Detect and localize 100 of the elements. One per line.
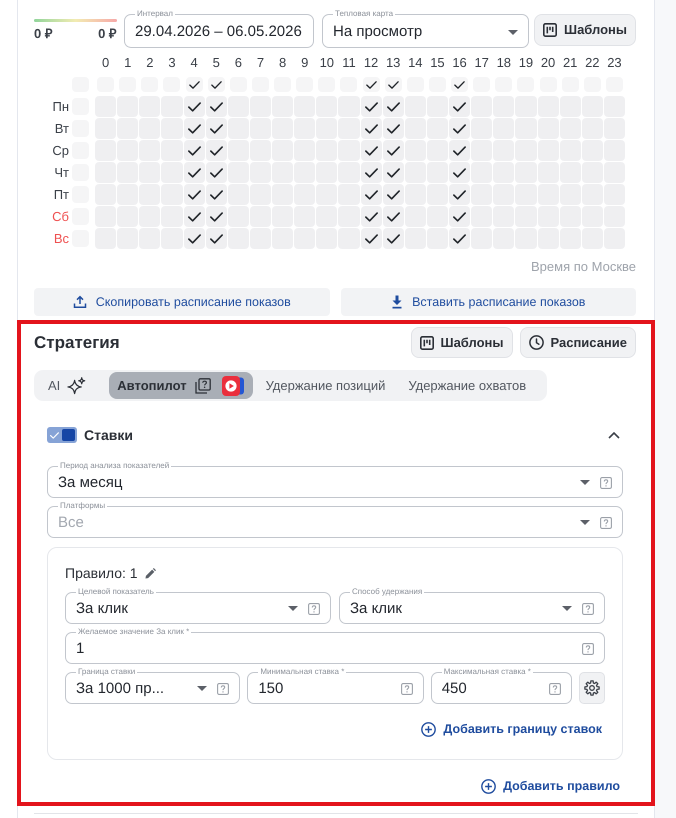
plus-circle-icon: [481, 778, 496, 794]
schedule-cell[interactable]: [382, 184, 404, 205]
add-limit-link[interactable]: Добавить границу ставок: [421, 721, 602, 737]
templates-button[interactable]: Шаблоны: [410, 327, 512, 358]
field-label: Желаемое значение За клик *: [77, 627, 190, 637]
schedule-cell[interactable]: [382, 96, 404, 117]
schedule-cell[interactable]: [206, 228, 227, 249]
day-label: Ср: [52, 142, 69, 158]
check-icon: [210, 212, 223, 222]
schedule-cell[interactable]: [382, 140, 404, 161]
schedule-cell[interactable]: [184, 206, 205, 227]
help-icon: [549, 682, 561, 694]
section-title: Стратегия: [34, 332, 120, 354]
field-label: Максимальная ставка *: [442, 667, 532, 677]
schedule-cell[interactable]: [449, 184, 470, 205]
templates-button[interactable]: Шаблоны: [534, 14, 636, 46]
caret-down-icon: [508, 30, 518, 34]
placeholder-text: Все: [58, 512, 84, 532]
select-field[interactable]: Тепловая карта На просмотр: [322, 9, 529, 48]
check-icon: [188, 124, 201, 134]
schedule-cell[interactable]: [382, 118, 404, 139]
tab[interactable]: AI: [36, 372, 98, 399]
schedule-cell[interactable]: [184, 184, 205, 205]
day-label: Вт: [54, 120, 69, 136]
field-label: Минимальная ставка *: [259, 667, 346, 677]
upload-icon: [72, 295, 87, 309]
hour-label: 2: [146, 55, 154, 71]
schedule-button[interactable]: Расписание: [520, 327, 636, 358]
paste-schedule-button[interactable]: Вставить расписание показов: [340, 288, 636, 316]
hour-label: 4: [190, 55, 198, 71]
schedule-cell[interactable]: [360, 228, 382, 249]
input-field[interactable]: Минимальная ставка * 150: [247, 667, 424, 704]
schedule-cell[interactable]: [360, 140, 382, 161]
schedule-cell[interactable]: [382, 162, 404, 183]
field-value: За месяц: [58, 472, 122, 492]
schedule-cell[interactable]: [206, 206, 227, 227]
schedule-cell[interactable]: [449, 228, 470, 249]
column-toggle[interactable]: [208, 77, 225, 92]
day-label: Пт: [54, 186, 69, 202]
download-icon: [391, 295, 404, 309]
input-field[interactable]: Желаемое значение За клик * 1: [65, 627, 605, 664]
select-field[interactable]: Граница ставки За 1000 пр...: [65, 667, 240, 704]
select-field[interactable]: Период анализа показателей За месяц: [47, 461, 623, 498]
tab[interactable]: Удержание охватов: [398, 372, 536, 399]
select-field[interactable]: Способ удержания За клик: [339, 587, 605, 624]
toggle-switch[interactable]: [47, 427, 77, 443]
sparkle-icon: [67, 376, 86, 394]
schedule-cell[interactable]: [449, 118, 470, 139]
schedule-cell[interactable]: [206, 118, 227, 139]
add-rule-link[interactable]: Добавить правило: [481, 778, 620, 794]
schedule-cell[interactable]: [206, 96, 227, 117]
check-icon: [386, 102, 400, 112]
caret-down-icon: [288, 606, 298, 611]
schedule-cell[interactable]: [449, 162, 470, 183]
column-toggle[interactable]: [186, 77, 203, 92]
check-icon: [210, 146, 223, 156]
schedule-cell[interactable]: [206, 162, 227, 183]
field-value: 450: [442, 678, 467, 698]
check-icon: [453, 124, 466, 134]
schedule-cell[interactable]: [382, 228, 404, 249]
schedule-cell[interactable]: [184, 140, 205, 161]
schedule-cell[interactable]: [184, 118, 205, 139]
check-icon: [453, 146, 466, 156]
rule-title: Правило: 1: [65, 564, 138, 582]
input-field[interactable]: Максимальная ставка * 450: [430, 667, 572, 704]
schedule-cell[interactable]: [449, 96, 470, 117]
check-icon: [453, 212, 466, 222]
field-value: 150: [258, 678, 284, 698]
schedule-cell[interactable]: [360, 184, 382, 205]
schedule-cell[interactable]: [360, 96, 382, 117]
check-icon: [364, 102, 378, 112]
schedule-cell[interactable]: [360, 162, 382, 183]
schedule-cell[interactable]: [184, 162, 205, 183]
help-icon: [308, 602, 320, 614]
field-label: Интервал: [136, 9, 174, 19]
column-toggle[interactable]: [362, 77, 380, 92]
schedule-cell[interactable]: [449, 206, 470, 227]
field-label: Период анализа показателей: [59, 461, 170, 471]
column-toggle[interactable]: [451, 77, 468, 92]
column-toggle[interactable]: [384, 77, 402, 92]
select-field[interactable]: Целевой показатель За клик: [65, 587, 331, 624]
check-icon: [388, 80, 399, 88]
schedule-cell[interactable]: [360, 118, 382, 139]
tab[interactable]: Удержание позиций: [256, 372, 396, 399]
schedule-cell[interactable]: [206, 184, 227, 205]
collapse-button[interactable]: [608, 432, 620, 438]
input-field[interactable]: Интервал 29.04.2026 – 06.05.2026: [124, 9, 314, 48]
schedule-cell[interactable]: [449, 140, 470, 161]
schedule-cell[interactable]: [382, 206, 404, 227]
settings-button[interactable]: [579, 672, 605, 704]
copy-schedule-button[interactable]: Скопировать расписание показов: [34, 288, 330, 316]
schedule-cell[interactable]: [206, 140, 227, 161]
clock-icon: [528, 335, 544, 350]
check-icon: [188, 168, 201, 178]
amount-label: 0 ₽: [34, 26, 53, 42]
tab[interactable]: Автопилот: [109, 372, 253, 399]
schedule-cell[interactable]: [184, 228, 205, 249]
schedule-cell[interactable]: [360, 206, 382, 227]
schedule-cell[interactable]: [184, 96, 205, 117]
check-icon: [386, 124, 400, 134]
